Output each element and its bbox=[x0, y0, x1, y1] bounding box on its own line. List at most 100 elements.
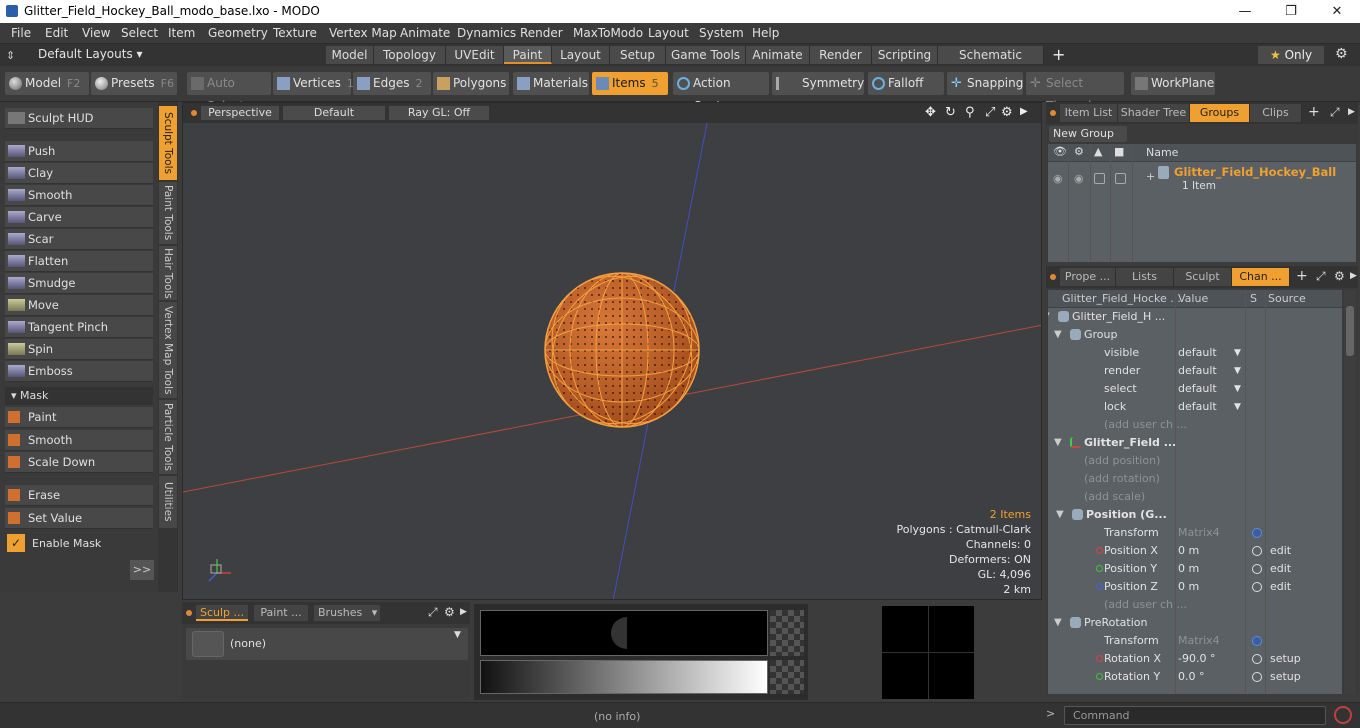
channels-menu-dot[interactable] bbox=[1050, 274, 1056, 280]
dropdown-arrow-icon[interactable]: ▼ bbox=[1234, 344, 1241, 362]
tab-topology[interactable]: Topology bbox=[374, 46, 446, 64]
add-tab-icon[interactable]: + bbox=[1308, 104, 1320, 120]
minimize-button[interactable]: — bbox=[1222, 0, 1268, 23]
shading-dropdown[interactable]: Default bbox=[283, 106, 385, 120]
tab-properties[interactable]: Prope ... bbox=[1060, 268, 1116, 286]
tab-particle-tools[interactable]: Particle Tools bbox=[159, 400, 177, 474]
row-eye-icon[interactable]: ◉ bbox=[1053, 172, 1063, 185]
menu-edit[interactable]: Edit bbox=[45, 26, 68, 40]
expand-arrow-icon[interactable]: ▼ bbox=[1048, 308, 1050, 326]
matrix-link-icon[interactable] bbox=[1252, 528, 1262, 538]
tool-carve[interactable]: Carve bbox=[5, 207, 153, 228]
tool-smooth[interactable]: Smooth bbox=[5, 185, 153, 206]
tab-uvedit[interactable]: UVEdit bbox=[446, 46, 504, 64]
menu-file[interactable]: File bbox=[11, 26, 31, 40]
action-center-button[interactable]: Action Center bbox=[673, 72, 769, 113]
vertices-button[interactable]: Vertices 1 bbox=[273, 72, 354, 95]
tab-render[interactable]: Render bbox=[810, 46, 872, 64]
items-button[interactable]: Items 5 bbox=[592, 72, 668, 95]
panel-gear-icon[interactable]: ⚙ bbox=[444, 605, 455, 619]
tab-shader-tree[interactable]: Shader Tree bbox=[1118, 104, 1190, 122]
tab-item-list[interactable]: Item List bbox=[1060, 104, 1118, 122]
channel-row[interactable]: select default ▼ bbox=[1048, 380, 1342, 398]
channel-row[interactable]: ▼ Glitter_Field_H ... bbox=[1048, 308, 1342, 326]
zoom-icon[interactable]: ⚲ bbox=[965, 105, 975, 120]
tab-lists[interactable]: Lists bbox=[1116, 268, 1174, 286]
menu-geometry[interactable]: Geometry bbox=[208, 26, 268, 40]
groups-maximize-icon[interactable]: ⤢ bbox=[1330, 105, 1340, 120]
tab-model[interactable]: Model bbox=[326, 46, 374, 64]
panel-more-icon[interactable]: ▶ bbox=[460, 607, 467, 617]
menu-dynamics[interactable]: Dynamics bbox=[457, 26, 516, 40]
add-tab-icon[interactable]: + bbox=[1296, 268, 1308, 284]
tab-paint-brush[interactable]: Paint ... bbox=[254, 605, 308, 621]
keyframe-toggle[interactable] bbox=[1252, 546, 1262, 556]
channel-value[interactable]: Matrix4 bbox=[1178, 524, 1220, 542]
channel-value[interactable]: -90.0 ° bbox=[1178, 650, 1215, 668]
viewport-gear-icon[interactable]: ⚙ bbox=[1001, 105, 1013, 120]
enable-mask-checkbox[interactable]: ✓ bbox=[7, 534, 25, 552]
expand-arrow-icon[interactable]: ▼ bbox=[1054, 434, 1062, 452]
channel-row[interactable]: Rotation X -90.0 ° setup bbox=[1048, 650, 1342, 668]
tab-sculpt-props[interactable]: Sculpt bbox=[1174, 268, 1232, 286]
panel-menu-dot[interactable] bbox=[186, 610, 192, 616]
tool-clay[interactable]: Clay bbox=[5, 163, 153, 184]
menu-help[interactable]: Help bbox=[752, 26, 779, 40]
tool-flatten[interactable]: Flatten bbox=[5, 251, 153, 272]
expand-arrow-icon[interactable]: ▼ bbox=[1056, 506, 1064, 524]
record-icon[interactable] bbox=[1334, 706, 1352, 724]
channel-value[interactable]: default bbox=[1178, 380, 1217, 398]
menu-select[interactable]: Select bbox=[121, 26, 158, 40]
tab-setup[interactable]: Setup bbox=[610, 46, 666, 64]
layout-expand-icon[interactable]: ⇕ bbox=[6, 49, 24, 62]
hockey-ball-mesh[interactable] bbox=[524, 249, 720, 451]
tab-vertex-map-tools[interactable]: Vertex Map Tools bbox=[159, 302, 177, 398]
groups-more-icon[interactable]: ▶ bbox=[1348, 107, 1355, 117]
tool-tangent-pinch[interactable]: Tangent Pinch bbox=[5, 317, 153, 338]
keyframe-toggle[interactable] bbox=[1252, 564, 1262, 574]
tool-emboss[interactable]: Emboss bbox=[5, 361, 153, 382]
tab-clips[interactable]: Clips bbox=[1250, 104, 1302, 122]
channel-row[interactable]: ▼ Group bbox=[1048, 326, 1342, 344]
gradient-strip[interactable] bbox=[480, 660, 768, 694]
menu-item[interactable]: Item bbox=[168, 26, 195, 40]
eye-icon[interactable]: 👁 bbox=[1053, 145, 1067, 158]
channel-row[interactable]: Transform Matrix4 bbox=[1048, 632, 1342, 650]
channel-row[interactable]: ▼ Glitter_Field ... bbox=[1048, 434, 1342, 452]
maximize-viewport-icon[interactable]: ⤢ bbox=[985, 105, 995, 120]
channel-value[interactable]: 0.0 ° bbox=[1178, 668, 1205, 686]
keyframe-toggle[interactable] bbox=[1252, 582, 1262, 592]
menu-maxtomodo[interactable]: MaxToModo bbox=[573, 26, 643, 40]
channels-more-icon[interactable]: ▶ bbox=[1350, 271, 1357, 281]
channel-row[interactable]: Position X 0 m edit bbox=[1048, 542, 1342, 560]
viewport-menu-dot[interactable] bbox=[191, 110, 197, 116]
tab-game-tools[interactable]: Game Tools bbox=[666, 46, 746, 64]
tab-brushes[interactable]: Brushes ▾ bbox=[314, 605, 380, 621]
color-preview[interactable] bbox=[480, 610, 768, 656]
erase-button[interactable]: Erase bbox=[5, 485, 153, 506]
scrollbar-thumb[interactable] bbox=[1346, 306, 1354, 356]
matrix-link-icon[interactable] bbox=[1252, 636, 1262, 646]
expand-plus-icon[interactable]: + bbox=[1146, 170, 1155, 183]
channel-row[interactable]: Transform Matrix4 bbox=[1048, 524, 1342, 542]
model-button[interactable]: Model F2 bbox=[5, 72, 89, 95]
group-row[interactable]: ◉ ◉ + Glitter_Field_Hockey_Ball 1 Item bbox=[1048, 164, 1356, 194]
tab-paint-tools[interactable]: Paint Tools bbox=[159, 182, 177, 244]
menu-texture[interactable]: Texture bbox=[273, 26, 317, 40]
materials-button[interactable]: Materials bbox=[513, 72, 589, 95]
gear-icon[interactable]: ⚙ bbox=[1335, 46, 1348, 62]
dropdown-arrow-icon[interactable]: ▼ bbox=[1234, 398, 1241, 416]
tab-utilities[interactable]: Utilities bbox=[159, 476, 177, 528]
tab-sculpt-tools[interactable]: Sculpt Tools bbox=[159, 106, 177, 180]
channel-row[interactable]: (add position) bbox=[1048, 452, 1342, 470]
menu-animate[interactable]: Animate bbox=[400, 26, 450, 40]
channel-row[interactable]: (add rotation) bbox=[1048, 470, 1342, 488]
menu-system[interactable]: System bbox=[699, 26, 744, 40]
new-group-button[interactable]: New Group bbox=[1049, 126, 1127, 142]
mask-scale-down[interactable]: Scale Down bbox=[5, 452, 153, 473]
channel-row[interactable]: ▼ Position (G... bbox=[1048, 506, 1342, 524]
mask-header[interactable]: ▾ Mask bbox=[5, 387, 153, 405]
mask-paint[interactable]: Paint bbox=[5, 407, 153, 428]
keyframe-toggle[interactable] bbox=[1252, 672, 1262, 682]
perspective-dropdown[interactable]: Perspective bbox=[201, 106, 279, 120]
